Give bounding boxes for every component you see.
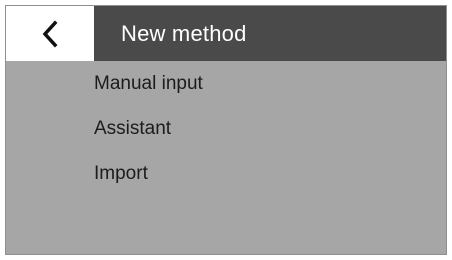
header: New method [6, 6, 446, 61]
menu-item-label: Import [94, 162, 148, 184]
menu-item-label: Assistant [94, 117, 172, 139]
page-title: New method [121, 20, 247, 46]
menu-item-manual-input[interactable]: Manual input [6, 61, 446, 106]
method-screen: New method Manual input Assistant Import [5, 5, 447, 255]
menu-item-import[interactable]: Import [6, 151, 446, 196]
method-menu: Manual input Assistant Import [6, 61, 446, 196]
back-button[interactable] [6, 6, 94, 61]
title-bar: New method [94, 6, 446, 61]
menu-item-label: Manual input [94, 72, 203, 94]
chevron-left-icon [42, 20, 58, 47]
menu-item-assistant[interactable]: Assistant [6, 106, 446, 151]
